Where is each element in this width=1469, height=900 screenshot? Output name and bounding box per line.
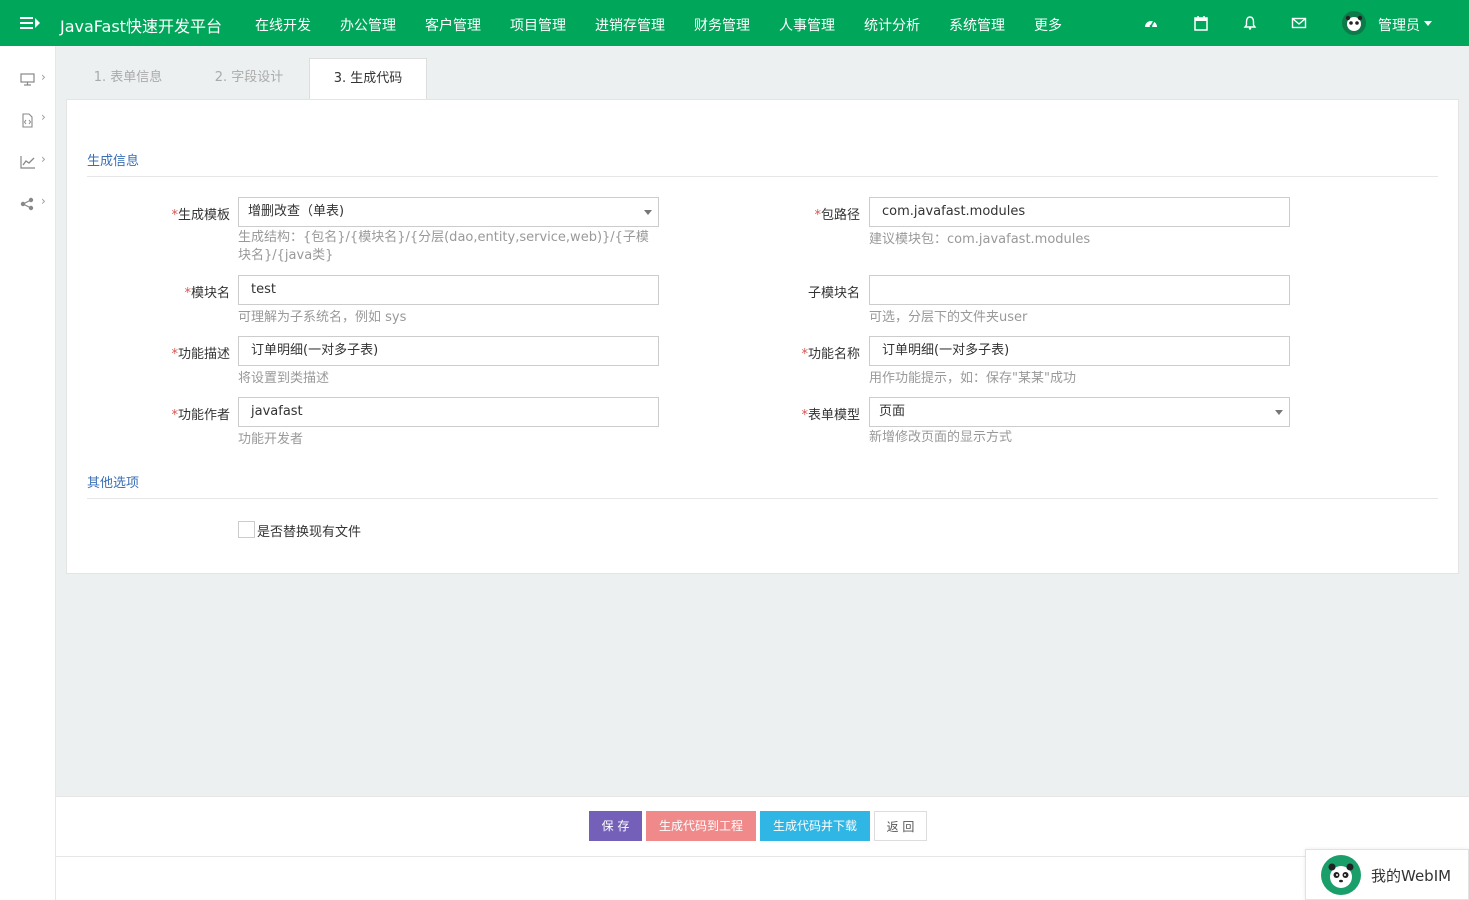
tab-form-info[interactable]: 1. 表单信息 bbox=[67, 58, 189, 100]
section-title-generate-info: 生成信息 bbox=[87, 154, 140, 169]
func-name-input[interactable]: 订单明细(一对多子表) bbox=[869, 336, 1290, 366]
top-navbar: JavaFast快速开发平台 在线开发 办公管理 客户管理 项目管理 进销存管理… bbox=[0, 0, 1469, 46]
template-label: *生成模板 bbox=[171, 208, 230, 223]
package-label: *包路径 bbox=[814, 208, 860, 223]
section-divider bbox=[87, 498, 1438, 499]
left-sidebar: › › › › bbox=[0, 46, 56, 900]
nav-item-finance[interactable]: 财务管理 bbox=[694, 15, 750, 35]
replace-files-label[interactable]: 是否替换现有文件 bbox=[257, 521, 361, 540]
footer-area bbox=[56, 857, 1469, 900]
form-model-label: *表单模型 bbox=[801, 408, 860, 423]
func-desc-label: *功能描述 bbox=[171, 347, 230, 362]
sidebar-toggle-icon[interactable] bbox=[20, 14, 42, 32]
func-name-help: 用作功能提示，如：保存"某某"成功 bbox=[869, 371, 1076, 386]
chevron-right-icon: › bbox=[41, 152, 46, 166]
chevron-right-icon: › bbox=[41, 194, 46, 208]
replace-files-checkbox[interactable] bbox=[238, 521, 255, 538]
section-title-other-options: 其他选项 bbox=[87, 476, 140, 491]
func-desc-input[interactable]: 订单明细(一对多子表) bbox=[238, 336, 659, 366]
desktop-icon bbox=[20, 73, 35, 86]
module-input[interactable]: test bbox=[238, 275, 659, 305]
template-select[interactable]: 增删改查（单表) bbox=[238, 197, 659, 227]
func-name-label: *功能名称 bbox=[801, 347, 860, 362]
share-icon bbox=[20, 197, 34, 211]
tab-generate-code[interactable]: 3. 生成代码 bbox=[309, 58, 427, 100]
nav-item-inventory[interactable]: 进销存管理 bbox=[595, 15, 665, 35]
dashboard-icon[interactable] bbox=[1143, 15, 1159, 31]
webim-label[interactable]: 我的WebIM bbox=[1371, 865, 1451, 886]
sub-module-label: 子模块名 bbox=[807, 286, 860, 301]
code-file-icon bbox=[22, 113, 33, 128]
nav-item-stats[interactable]: 统计分析 bbox=[864, 15, 920, 35]
chevron-down-icon[interactable] bbox=[1424, 21, 1432, 26]
action-bar: 保 存 生成代码到工程 生成代码并下载 返 回 bbox=[56, 796, 1469, 857]
calendar-icon[interactable] bbox=[1193, 15, 1209, 31]
form-model-select[interactable]: 页面 bbox=[869, 397, 1290, 427]
generate-to-project-button[interactable]: 生成代码到工程 bbox=[646, 811, 756, 841]
author-label: *功能作者 bbox=[171, 408, 230, 423]
module-help: 可理解为子系统名，例如 sys bbox=[238, 310, 407, 325]
nav-item-hr[interactable]: 人事管理 bbox=[779, 15, 835, 35]
form-model-help: 新增修改页面的显示方式 bbox=[869, 430, 1013, 445]
bell-icon[interactable] bbox=[1242, 15, 1258, 31]
chevron-right-icon: › bbox=[41, 70, 46, 84]
generate-panel: 生成信息 *生成模板 增删改查（单表) 生成结构：{包名}/{模块名}/{分层(… bbox=[66, 99, 1459, 574]
author-input[interactable]: javafast bbox=[238, 397, 659, 427]
module-label: *模块名 bbox=[184, 286, 230, 301]
nav-item-customer[interactable]: 客户管理 bbox=[425, 15, 481, 35]
save-button[interactable]: 保 存 bbox=[589, 811, 642, 841]
dropdown-arrow-icon bbox=[1275, 410, 1283, 415]
webim-avatar[interactable] bbox=[1321, 855, 1361, 895]
package-input[interactable]: com.javafast.modules bbox=[869, 197, 1290, 227]
func-desc-help: 将设置到类描述 bbox=[238, 371, 330, 386]
sidebar-item-desktop[interactable]: › bbox=[20, 70, 50, 87]
brand-title[interactable]: JavaFast快速开发平台 bbox=[60, 13, 222, 37]
webim-widget[interactable]: 我的WebIM bbox=[1305, 849, 1469, 900]
sidebar-item-chart[interactable]: › bbox=[20, 152, 50, 169]
package-help: 建议模块包：com.javafast.modules bbox=[869, 232, 1091, 247]
nav-item-online-dev[interactable]: 在线开发 bbox=[255, 15, 311, 35]
chevron-right-icon: › bbox=[41, 110, 46, 124]
sub-module-input[interactable] bbox=[869, 275, 1290, 305]
nav-item-project[interactable]: 项目管理 bbox=[510, 15, 566, 35]
section-divider bbox=[87, 176, 1438, 177]
sub-module-help: 可选，分层下的文件夹user bbox=[869, 310, 1028, 325]
user-name[interactable]: 管理员 bbox=[1378, 15, 1420, 35]
envelope-icon[interactable] bbox=[1291, 15, 1307, 31]
author-help: 功能开发者 bbox=[238, 432, 304, 447]
generate-and-download-button[interactable]: 生成代码并下载 bbox=[760, 811, 870, 841]
back-button[interactable]: 返 回 bbox=[874, 811, 927, 841]
sidebar-item-share[interactable]: › bbox=[20, 194, 50, 211]
nav-item-office[interactable]: 办公管理 bbox=[340, 15, 396, 35]
tab-field-design[interactable]: 2. 字段设计 bbox=[189, 58, 309, 100]
nav-item-more[interactable]: 更多 bbox=[1034, 15, 1062, 35]
main-nav-menu: 在线开发 办公管理 客户管理 项目管理 进销存管理 财务管理 人事管理 统计分析… bbox=[255, 15, 1091, 35]
line-chart-icon bbox=[20, 156, 35, 169]
nav-item-system[interactable]: 系统管理 bbox=[949, 15, 1005, 35]
dropdown-arrow-icon bbox=[644, 210, 652, 215]
sidebar-item-code[interactable]: › bbox=[20, 110, 50, 128]
template-help: 生成结构：{包名}/{模块名}/{分层(dao,entity,service,w… bbox=[238, 230, 649, 263]
user-avatar[interactable] bbox=[1342, 11, 1366, 35]
main-content: 1. 表单信息 2. 字段设计 3. 生成代码 生成信息 *生成模板 增删改查（… bbox=[56, 46, 1469, 900]
